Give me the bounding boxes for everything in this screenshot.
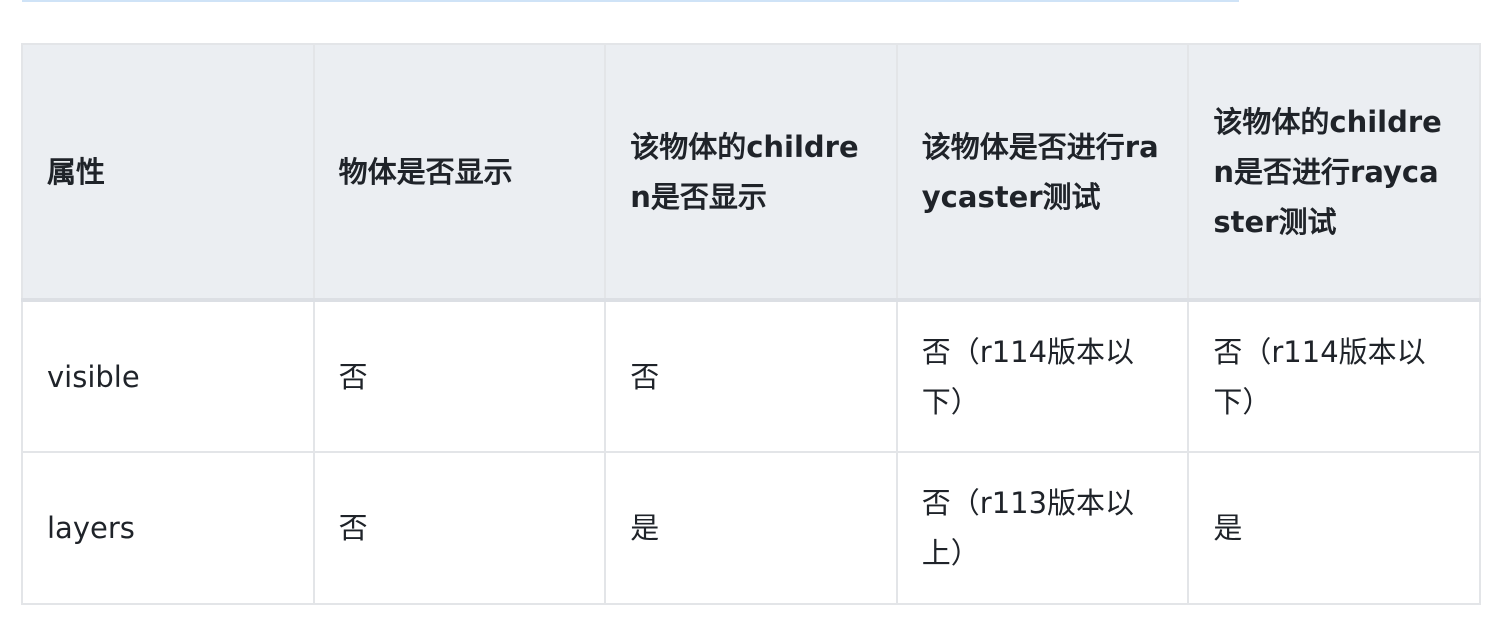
table-header: 属性 物体是否显示 该物体的children是否显示 该物体是否进行raycas… <box>21 43 1481 302</box>
header-row: 属性 物体是否显示 该物体的children是否显示 该物体是否进行raycas… <box>21 43 1481 302</box>
header-cell-children-raycast: 该物体的children是否进行raycaster测试 <box>1187 43 1481 302</box>
table-row: visible 否 否 否（r114版本以下） 否（r114版本以下） <box>21 299 1481 453</box>
table-cell: 否 <box>604 299 898 453</box>
table-cell: layers <box>21 451 315 605</box>
table-cell: visible <box>21 299 315 453</box>
header-cell-object-visible: 物体是否显示 <box>312 43 607 302</box>
header-cell-object-raycast: 该物体是否进行raycaster测试 <box>895 43 1190 302</box>
divider <box>22 0 1239 2</box>
properties-table: 属性 物体是否显示 该物体的children是否显示 该物体是否进行raycas… <box>21 43 1481 605</box>
table-cell: 否（r113版本以上） <box>895 451 1190 605</box>
table-row: layers 否 是 否（r113版本以上） 是 <box>21 451 1481 605</box>
table-cell: 否（r114版本以下） <box>895 299 1190 453</box>
table-cell: 否（r114版本以下） <box>1187 299 1481 453</box>
header-cell-children-visible: 该物体的children是否显示 <box>604 43 898 302</box>
table-cell: 是 <box>604 451 898 605</box>
table-body: visible 否 否 否（r114版本以下） 否（r114版本以下） laye… <box>21 299 1481 605</box>
table-cell: 是 <box>1187 451 1481 605</box>
header-cell-attribute: 属性 <box>21 43 315 302</box>
table-cell: 否 <box>312 451 607 605</box>
page: 属性 物体是否显示 该物体的children是否显示 该物体是否进行raycas… <box>0 0 1496 630</box>
table-cell: 否 <box>312 299 607 453</box>
